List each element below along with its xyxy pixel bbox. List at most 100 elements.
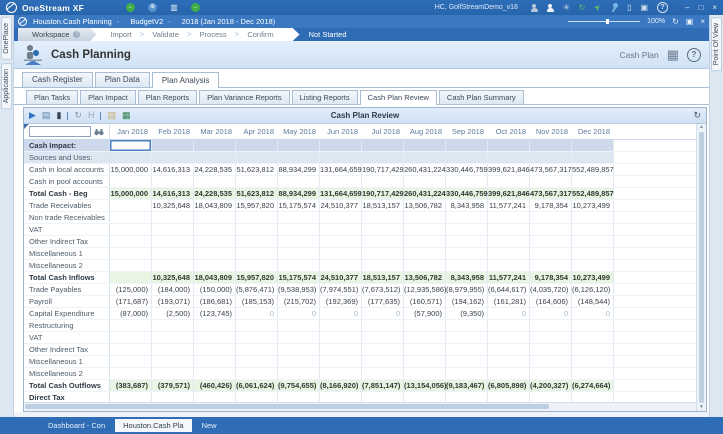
grid-cell[interactable]: [362, 248, 404, 259]
column-header-aug-2018[interactable]: Aug 2018: [404, 127, 446, 136]
grid-cell[interactable]: 0: [278, 308, 320, 319]
grid-cell[interactable]: [278, 248, 320, 259]
grid-cell[interactable]: [152, 392, 194, 402]
workflow-step-workspace[interactable]: Workspacei: [18, 28, 96, 41]
grid-cell[interactable]: [446, 212, 488, 223]
pin-icon[interactable]: [610, 3, 618, 12]
find-input[interactable]: [29, 126, 91, 137]
grid-cell[interactable]: [194, 212, 236, 223]
grid-cell[interactable]: 15,957,820: [236, 200, 278, 211]
column-header-oct-2018[interactable]: Oct 2018: [488, 127, 530, 136]
binoculars-find-icon[interactable]: [94, 128, 104, 136]
grid-cell[interactable]: [320, 368, 362, 379]
hold-icon[interactable]: H: [88, 111, 95, 120]
grid-cell[interactable]: (7,673,512): [362, 284, 404, 295]
grid-cell[interactable]: [236, 368, 278, 379]
grid-cell[interactable]: (7,851,147): [362, 380, 404, 391]
grid-cell[interactable]: [488, 332, 530, 343]
grid-cell[interactable]: [362, 176, 404, 187]
grid-cell[interactable]: [362, 212, 404, 223]
grid-cell[interactable]: [278, 368, 320, 379]
scroll-down-icon[interactable]: ▼: [699, 404, 704, 411]
grid-cell[interactable]: [530, 224, 572, 235]
grid-cell[interactable]: (379,571): [152, 380, 194, 391]
grid-cell[interactable]: [194, 356, 236, 367]
grid-cell[interactable]: [110, 260, 152, 271]
grid-cell[interactable]: 88,934,299: [278, 188, 320, 199]
grid-cell[interactable]: [152, 260, 194, 271]
tab-plan-impact[interactable]: Plan Impact: [80, 90, 136, 104]
grid-cell[interactable]: [446, 176, 488, 187]
grid-cell[interactable]: [152, 356, 194, 367]
grid-cell[interactable]: [194, 260, 236, 271]
grid-cell[interactable]: 18,043,809: [194, 272, 236, 283]
tab-cash-plan-review[interactable]: Cash Plan Review: [360, 90, 437, 105]
grid-cell[interactable]: [194, 344, 236, 355]
tab-plan-tasks[interactable]: Plan Tasks: [26, 90, 78, 104]
grid-cell[interactable]: 552,489,857: [572, 164, 614, 175]
grid-cell[interactable]: (150,000): [194, 284, 236, 295]
refresh-icon[interactable]: ↻: [74, 111, 82, 120]
grid-cell[interactable]: [530, 260, 572, 271]
grid-cell[interactable]: 9,178,354: [530, 272, 572, 283]
grid-cell[interactable]: [572, 260, 614, 271]
workflow-step-confirm[interactable]: Confirm: [233, 28, 287, 41]
grid-cell[interactable]: [236, 320, 278, 331]
grid-cell[interactable]: (2,500): [152, 308, 194, 319]
grid-cell[interactable]: [320, 224, 362, 235]
zoom-slider-thumb[interactable]: [606, 19, 609, 24]
scroll-up-icon[interactable]: ▲: [699, 124, 704, 131]
sync-icon[interactable]: ↻: [693, 111, 701, 120]
grid-cell[interactable]: [404, 224, 446, 235]
grid-cell[interactable]: 24,228,535: [194, 164, 236, 175]
grid-cell[interactable]: 14,616,313: [152, 188, 194, 199]
grid-cell[interactable]: 51,623,812: [236, 188, 278, 199]
grid-cell[interactable]: [236, 248, 278, 259]
grid-cell[interactable]: [362, 140, 404, 151]
column-header-nov-2018[interactable]: Nov 2018: [530, 127, 572, 136]
grid-cell[interactable]: (460,426): [194, 380, 236, 391]
grid-cell[interactable]: [530, 344, 572, 355]
grid-cell[interactable]: [572, 368, 614, 379]
grid-cell[interactable]: [278, 344, 320, 355]
grid-cell[interactable]: 10,325,648: [152, 200, 194, 211]
grid-cell[interactable]: (383,687): [110, 380, 152, 391]
grid-cell[interactable]: 11,577,241: [488, 272, 530, 283]
grid-cell[interactable]: [278, 176, 320, 187]
grid-cell[interactable]: 10,325,648: [152, 272, 194, 283]
help-icon[interactable]: ?: [657, 2, 668, 13]
grid-cell[interactable]: [488, 248, 530, 259]
grid-cell[interactable]: [530, 248, 572, 259]
grid-cell[interactable]: [320, 236, 362, 247]
grid-cell[interactable]: [320, 176, 362, 187]
grid-cell[interactable]: [110, 320, 152, 331]
grid-cell[interactable]: [446, 344, 488, 355]
grid-cell[interactable]: 0: [320, 308, 362, 319]
user-icon[interactable]: [531, 4, 538, 12]
grid-cell[interactable]: [488, 176, 530, 187]
grid-cell[interactable]: 330,446,759: [446, 188, 488, 199]
forward-icon[interactable]: →: [191, 3, 200, 12]
grid-cell[interactable]: [530, 356, 572, 367]
grid-cell[interactable]: (161,281): [488, 296, 530, 307]
side-tab-point-of-view[interactable]: Point Of View: [711, 17, 722, 71]
grid-cell[interactable]: (4,200,327): [530, 380, 572, 391]
grid-cell[interactable]: [236, 344, 278, 355]
column-header-jan-2018[interactable]: Jan 2018: [110, 127, 152, 136]
grid-cell[interactable]: [110, 236, 152, 247]
grid-cell[interactable]: [530, 392, 572, 402]
grid-cell[interactable]: 9,178,354: [530, 200, 572, 211]
grid-cell[interactable]: 131,664,659: [320, 164, 362, 175]
tab-plan-analysis[interactable]: Plan Analysis: [152, 72, 220, 88]
grid-cell[interactable]: 473,567,317: [530, 164, 572, 175]
bottom-tab-new[interactable]: New: [194, 419, 225, 432]
grid-cell[interactable]: (184,000): [152, 284, 194, 295]
grid-cell[interactable]: [236, 236, 278, 247]
grid-cell[interactable]: 0: [572, 308, 614, 319]
grid-cell[interactable]: [362, 368, 404, 379]
grid-cell[interactable]: [572, 140, 614, 151]
grid-cell[interactable]: [404, 260, 446, 271]
grid-cell[interactable]: [530, 212, 572, 223]
grid-cell[interactable]: [362, 344, 404, 355]
grid-cell[interactable]: (9,350): [446, 308, 488, 319]
